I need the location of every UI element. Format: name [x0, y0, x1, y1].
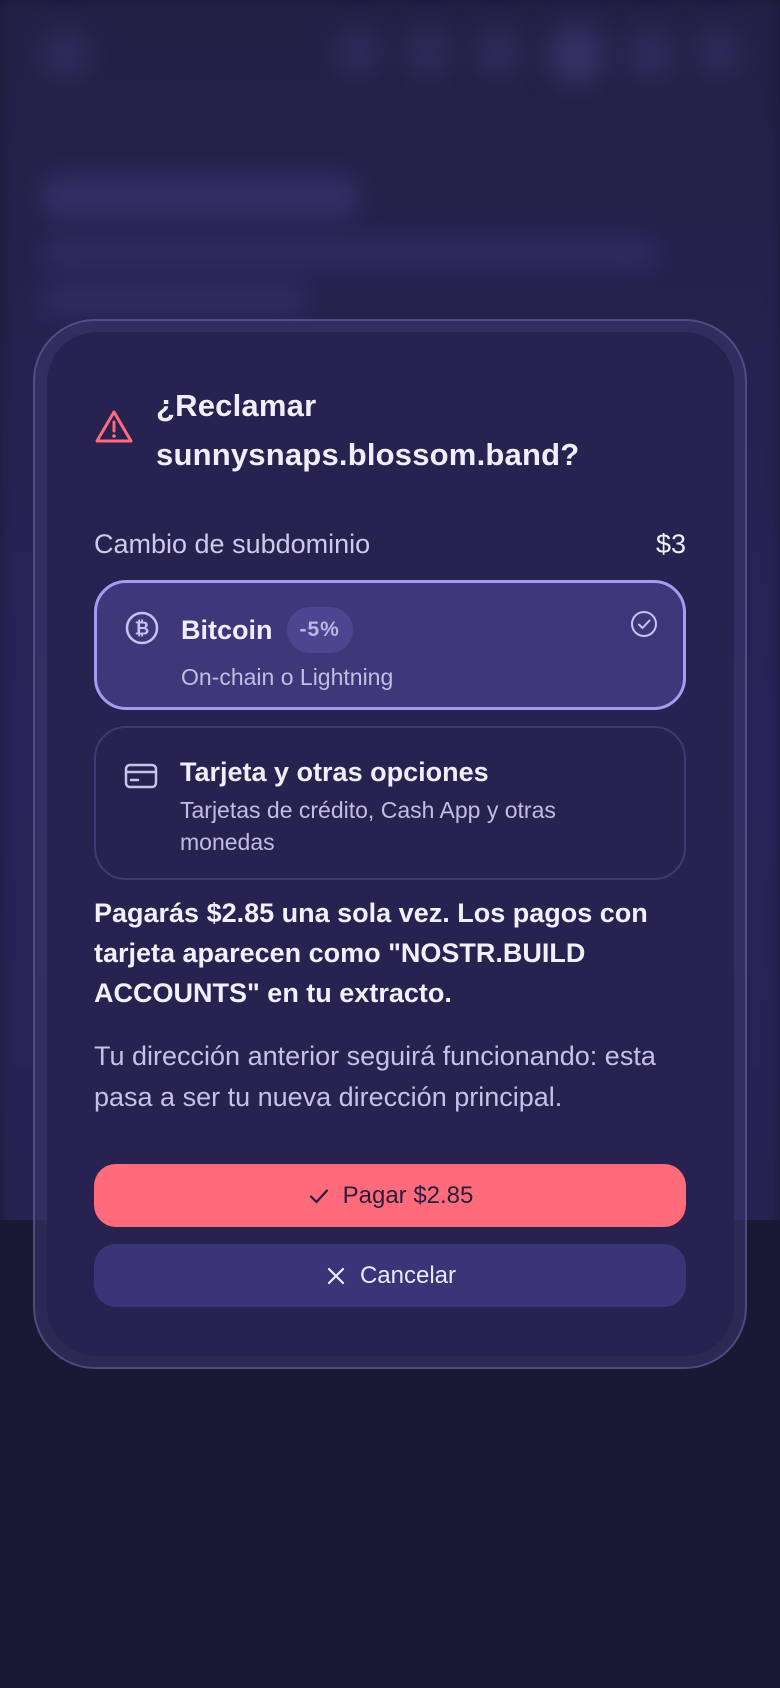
info-text: Tu dirección anterior seguirá funcionand… — [94, 1041, 656, 1112]
blurred-heading — [40, 175, 360, 219]
close-icon — [327, 1267, 345, 1284]
cancel-button[interactable]: Cancelar — [94, 1244, 686, 1307]
cancel-button-label: Cancelar — [359, 1261, 457, 1289]
svg-text:₿: ₿ — [135, 619, 150, 640]
payment-option-bitcoin[interactable]: ₿ Bitcoin -5% On-chain o Lightning — [94, 580, 686, 710]
check-icon — [309, 1188, 328, 1203]
blurred-text-line — [40, 282, 310, 316]
option-title: Bitcoin — [181, 615, 273, 645]
credit-card-icon — [124, 763, 158, 789]
blurred-text-line — [40, 236, 660, 270]
option-body: Tarjeta y otras opciones Tarjetas de cré… — [180, 752, 650, 858]
option-title: Tarjeta y otras opciones — [180, 757, 489, 787]
pay-button-label: Pagar $2.85 — [342, 1181, 474, 1209]
payment-option-card[interactable]: Tarjeta y otras opciones Tarjetas de cré… — [94, 726, 686, 880]
blurred-header-icon — [405, 30, 451, 76]
dialog-header: ¿Reclamar sunnysnaps.blossom.band? — [94, 381, 694, 479]
payment-notice: Pagarás $2.85 una sola vez. Los pagos co… — [94, 898, 648, 1008]
option-subtitle: Tarjetas de crédito, Cash App y otras mo… — [180, 797, 556, 855]
option-body: Bitcoin -5% On-chain o Lightning — [181, 607, 651, 693]
warning-icon — [95, 410, 133, 443]
blurred-avatar — [548, 26, 606, 84]
blurred-header-icon — [625, 30, 675, 80]
bitcoin-icon: ₿ — [125, 611, 159, 645]
price-row: Cambio de subdominio $3 — [94, 524, 686, 564]
dialog-title: ¿Reclamar sunnysnaps.blossom.band? — [156, 388, 580, 472]
item-price: $3 — [655, 529, 686, 559]
blurred-menu-icon — [40, 30, 90, 80]
blurred-header-icon — [695, 30, 741, 76]
check-circle-icon — [631, 611, 657, 637]
blurred-header-icon — [475, 30, 521, 76]
item-label: Cambio de subdominio — [94, 529, 371, 559]
option-subtitle: On-chain o Lightning — [181, 664, 394, 690]
discount-badge: -5% — [286, 607, 353, 653]
blurred-header-icon — [335, 30, 381, 76]
pay-button[interactable]: Pagar $2.85 — [94, 1164, 686, 1227]
